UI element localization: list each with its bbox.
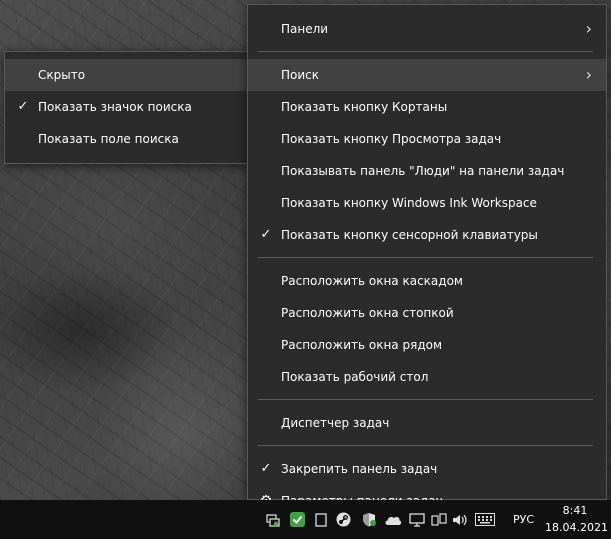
- taskbar-context-menu: Панели › Поиск › Показать кнопку Кортаны…: [247, 4, 607, 509]
- menu-item-label: Расположить окна рядом: [281, 338, 443, 352]
- checkmark-icon: ✓: [17, 99, 29, 114]
- keyboard-icon[interactable]: [474, 500, 496, 539]
- menu-item-label: Показать кнопку сенсорной клавиатуры: [281, 228, 538, 242]
- clock-date: 18.04.2021: [545, 521, 608, 534]
- wifi-icon[interactable]: [430, 500, 448, 539]
- steam-icon[interactable]: [334, 500, 352, 539]
- menu-item-search[interactable]: Поиск ›: [248, 59, 606, 91]
- menu-item-show-people[interactable]: Показывать панель "Люди" на панели задач: [248, 155, 606, 187]
- clipboard-icon[interactable]: [312, 500, 330, 539]
- network-activity-icon[interactable]: [264, 500, 282, 539]
- chevron-right-icon: ›: [585, 65, 592, 84]
- input-language-indicator[interactable]: РУС: [513, 500, 534, 539]
- submenu-item-show-search-box[interactable]: Показать поле поиска: [5, 123, 247, 155]
- menu-item-toolbars[interactable]: Панели ›: [248, 13, 606, 45]
- menu-item-stack-windows[interactable]: Расположить окна стопкой: [248, 297, 606, 329]
- menu-item-task-manager[interactable]: Диспетчер задач: [248, 407, 606, 439]
- menu-item-label: Расположить окна стопкой: [281, 306, 454, 320]
- submenu-item-label: Показать поле поиска: [38, 132, 179, 146]
- onedrive-cloud-icon[interactable]: [383, 500, 403, 539]
- menu-item-label: Показать кнопку Просмотра задач: [281, 132, 502, 146]
- menu-item-label: Показать кнопку Кортаны: [281, 100, 448, 114]
- submenu-item-hidden[interactable]: Скрыто: [5, 59, 247, 91]
- menu-item-lock-taskbar[interactable]: ✓ Закрепить панель задач: [248, 453, 606, 485]
- menu-item-show-touch-keyboard[interactable]: ✓ Показать кнопку сенсорной клавиатуры: [248, 219, 606, 251]
- menu-item-label: Закрепить панель задач: [281, 462, 438, 476]
- menu-item-label: Расположить окна каскадом: [281, 274, 463, 288]
- menu-item-label: Диспетчер задач: [281, 416, 390, 430]
- taskbar: РУС 8:41 18.04.2021: [0, 500, 611, 539]
- clock[interactable]: 8:41 18.04.2021: [545, 502, 608, 536]
- defender-icon[interactable]: [360, 500, 378, 539]
- menu-item-show-desktop[interactable]: Показать рабочий стол: [248, 361, 606, 393]
- checkmark-icon: ✓: [260, 227, 272, 242]
- menu-item-show-cortana[interactable]: Показать кнопку Кортаны: [248, 91, 606, 123]
- checkmark-icon: ✓: [260, 461, 272, 476]
- security-shield-icon[interactable]: [288, 500, 306, 539]
- menu-item-label: Показать кнопку Windows Ink Workspace: [281, 196, 537, 210]
- chevron-right-icon: ›: [585, 19, 592, 38]
- submenu-item-label: Показать значок поиска: [38, 100, 192, 114]
- menu-item-cascade-windows[interactable]: Расположить окна каскадом: [248, 265, 606, 297]
- submenu-item-label: Скрыто: [38, 68, 86, 82]
- display-icon[interactable]: [408, 500, 426, 539]
- menu-item-label: Панели: [281, 22, 329, 36]
- menu-item-show-task-view[interactable]: Показать кнопку Просмотра задач: [248, 123, 606, 155]
- menu-item-label: Поиск: [281, 68, 320, 82]
- search-submenu: Скрыто ✓ Показать значок поиска Показать…: [4, 51, 248, 164]
- menu-separator: [258, 51, 593, 52]
- volume-icon[interactable]: [451, 500, 469, 539]
- menu-separator: [258, 399, 593, 400]
- menu-item-side-by-side[interactable]: Расположить окна рядом: [248, 329, 606, 361]
- menu-item-label: Показывать панель "Люди" на панели задач: [281, 164, 565, 178]
- submenu-item-show-search-icon[interactable]: ✓ Показать значок поиска: [5, 91, 247, 123]
- menu-separator: [258, 445, 593, 446]
- clock-time: 8:41: [562, 504, 588, 517]
- menu-separator: [258, 257, 593, 258]
- menu-item-label: Показать рабочий стол: [281, 370, 429, 384]
- menu-item-show-ink-workspace[interactable]: Показать кнопку Windows Ink Workspace: [248, 187, 606, 219]
